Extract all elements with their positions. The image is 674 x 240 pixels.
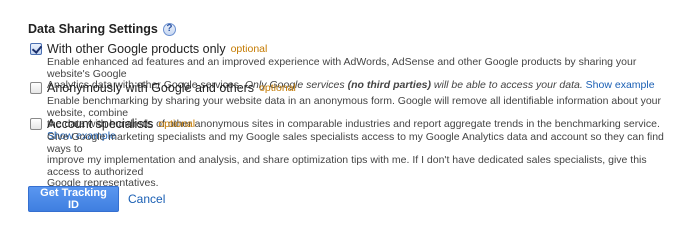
google-products-label[interactable]: With other Google products only: [47, 42, 226, 56]
description-line: Enable enhanced ad features and an impro…: [47, 56, 637, 80]
google-products-checkbox[interactable]: [30, 43, 42, 55]
description-line: Enable benchmarking by sharing your webs…: [47, 95, 662, 119]
account-specialists-label[interactable]: Account specialists: [47, 117, 153, 131]
account-specialists-checkbox[interactable]: [30, 118, 42, 130]
help-icon[interactable]: ?: [162, 22, 176, 36]
optional-tag: optional: [158, 118, 196, 130]
section-title: Data Sharing Settings: [28, 22, 158, 36]
description-line: Give Google marketing specialists and my…: [47, 131, 664, 155]
anonymous-sharing-label[interactable]: Anonymously with Google and others: [47, 81, 254, 95]
description-line: Google representatives.: [47, 177, 159, 189]
optional-tag: optional: [259, 82, 296, 94]
description-line: improve my implementation and analysis, …: [47, 154, 647, 178]
anonymous-sharing-checkbox[interactable]: [30, 82, 42, 94]
option-account-specialists: Account specialists optional Give Google…: [30, 117, 674, 190]
section-header: Data Sharing Settings ?: [28, 22, 176, 36]
account-specialists-description: Give Google marketing specialists and my…: [47, 131, 674, 190]
cancel-link[interactable]: Cancel: [128, 192, 165, 206]
optional-tag: optional: [230, 43, 268, 55]
get-tracking-id-button[interactable]: Get Tracking ID: [28, 186, 119, 212]
